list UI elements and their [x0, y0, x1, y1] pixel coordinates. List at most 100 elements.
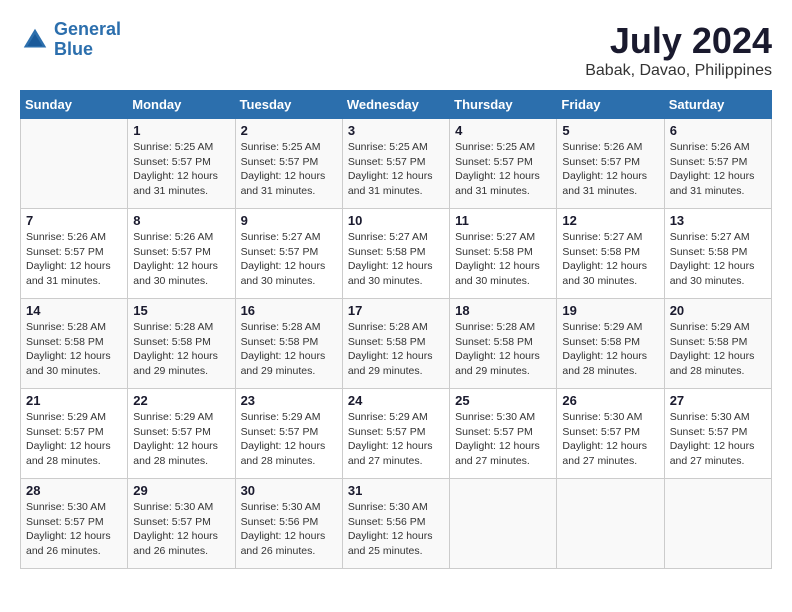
calendar-cell: 9 Sunrise: 5:27 AMSunset: 5:57 PMDaylight…: [235, 209, 342, 299]
calendar-header-row: Sunday Monday Tuesday Wednesday Thursday…: [21, 91, 772, 119]
calendar-week-4: 21 Sunrise: 5:29 AMSunset: 5:57 PMDayligh…: [21, 389, 772, 479]
title-block: July 2024 Babak, Davao, Philippines: [585, 20, 772, 80]
calendar-cell: 15Sunrise: 5:28 AMSunset: 5:58 PMDayligh…: [128, 299, 235, 389]
day-info: Sunrise: 5:30 AMSunset: 5:56 PMDaylight:…: [348, 500, 444, 559]
calendar-cell: 13Sunrise: 5:27 AMSunset: 5:58 PMDayligh…: [664, 209, 771, 299]
month-title: July 2024: [585, 20, 772, 62]
calendar-cell: 2 Sunrise: 5:25 AMSunset: 5:57 PMDaylight…: [235, 119, 342, 209]
logo-icon: [20, 25, 50, 55]
header-saturday: Saturday: [664, 91, 771, 119]
day-info: Sunrise: 5:29 AMSunset: 5:57 PMDaylight:…: [26, 410, 122, 469]
header-tuesday: Tuesday: [235, 91, 342, 119]
calendar-cell: [557, 479, 664, 569]
day-number: 1: [133, 123, 229, 138]
day-number: 20: [670, 303, 766, 318]
calendar-cell: 3 Sunrise: 5:25 AMSunset: 5:57 PMDaylight…: [342, 119, 449, 209]
calendar-cell: 5 Sunrise: 5:26 AMSunset: 5:57 PMDaylight…: [557, 119, 664, 209]
logo-text: General Blue: [54, 20, 121, 60]
day-number: 8: [133, 213, 229, 228]
day-info: Sunrise: 5:29 AMSunset: 5:58 PMDaylight:…: [670, 320, 766, 379]
day-number: 25: [455, 393, 551, 408]
logo: General Blue: [20, 20, 121, 60]
calendar-cell: [21, 119, 128, 209]
calendar-cell: 30 Sunrise: 5:30 AMSunset: 5:56 PMDayligh…: [235, 479, 342, 569]
day-info: Sunrise: 5:25 AMSunset: 5:57 PMDaylight:…: [348, 140, 444, 199]
location-title: Babak, Davao, Philippines: [585, 62, 772, 80]
calendar-cell: 8 Sunrise: 5:26 AMSunset: 5:57 PMDaylight…: [128, 209, 235, 299]
calendar-cell: 11Sunrise: 5:27 AMSunset: 5:58 PMDayligh…: [450, 209, 557, 299]
calendar-cell: 7 Sunrise: 5:26 AMSunset: 5:57 PMDaylight…: [21, 209, 128, 299]
calendar-cell: [664, 479, 771, 569]
day-info: Sunrise: 5:25 AMSunset: 5:57 PMDaylight:…: [133, 140, 229, 199]
calendar-cell: 28 Sunrise: 5:30 AMSunset: 5:57 PMDayligh…: [21, 479, 128, 569]
day-number: 22: [133, 393, 229, 408]
day-number: 28: [26, 483, 122, 498]
calendar-week-5: 28 Sunrise: 5:30 AMSunset: 5:57 PMDayligh…: [21, 479, 772, 569]
day-number: 5: [562, 123, 658, 138]
calendar-cell: 19 Sunrise: 5:29 AMSunset: 5:58 PMDayligh…: [557, 299, 664, 389]
day-number: 26: [562, 393, 658, 408]
calendar-week-1: 1 Sunrise: 5:25 AMSunset: 5:57 PMDaylight…: [21, 119, 772, 209]
day-number: 24: [348, 393, 444, 408]
calendar-week-3: 14 Sunrise: 5:28 AMSunset: 5:58 PMDayligh…: [21, 299, 772, 389]
day-number: 15: [133, 303, 229, 318]
calendar-cell: 31Sunrise: 5:30 AMSunset: 5:56 PMDayligh…: [342, 479, 449, 569]
calendar-cell: 4 Sunrise: 5:25 AMSunset: 5:57 PMDaylight…: [450, 119, 557, 209]
calendar-cell: 21 Sunrise: 5:29 AMSunset: 5:57 PMDayligh…: [21, 389, 128, 479]
header-wednesday: Wednesday: [342, 91, 449, 119]
day-number: 9: [241, 213, 337, 228]
day-number: 3: [348, 123, 444, 138]
day-info: Sunrise: 5:29 AMSunset: 5:57 PMDaylight:…: [133, 410, 229, 469]
day-number: 14: [26, 303, 122, 318]
calendar-cell: 29Sunrise: 5:30 AMSunset: 5:57 PMDayligh…: [128, 479, 235, 569]
calendar-cell: 16 Sunrise: 5:28 AMSunset: 5:58 PMDayligh…: [235, 299, 342, 389]
day-number: 7: [26, 213, 122, 228]
day-info: Sunrise: 5:29 AMSunset: 5:58 PMDaylight:…: [562, 320, 658, 379]
header-sunday: Sunday: [21, 91, 128, 119]
day-number: 12: [562, 213, 658, 228]
calendar-cell: 20 Sunrise: 5:29 AMSunset: 5:58 PMDayligh…: [664, 299, 771, 389]
calendar-week-2: 7 Sunrise: 5:26 AMSunset: 5:57 PMDaylight…: [21, 209, 772, 299]
day-info: Sunrise: 5:27 AMSunset: 5:58 PMDaylight:…: [348, 230, 444, 289]
day-number: 11: [455, 213, 551, 228]
day-info: Sunrise: 5:28 AMSunset: 5:58 PMDaylight:…: [455, 320, 551, 379]
day-info: Sunrise: 5:30 AMSunset: 5:57 PMDaylight:…: [26, 500, 122, 559]
day-number: 30: [241, 483, 337, 498]
day-number: 2: [241, 123, 337, 138]
day-number: 16: [241, 303, 337, 318]
day-info: Sunrise: 5:30 AMSunset: 5:57 PMDaylight:…: [133, 500, 229, 559]
day-info: Sunrise: 5:29 AMSunset: 5:57 PMDaylight:…: [348, 410, 444, 469]
calendar-cell: 12 Sunrise: 5:27 AMSunset: 5:58 PMDayligh…: [557, 209, 664, 299]
day-info: Sunrise: 5:26 AMSunset: 5:57 PMDaylight:…: [26, 230, 122, 289]
day-info: Sunrise: 5:30 AMSunset: 5:56 PMDaylight:…: [241, 500, 337, 559]
day-info: Sunrise: 5:26 AMSunset: 5:57 PMDaylight:…: [562, 140, 658, 199]
calendar-cell: 14 Sunrise: 5:28 AMSunset: 5:58 PMDayligh…: [21, 299, 128, 389]
calendar-cell: 26Sunrise: 5:30 AMSunset: 5:57 PMDayligh…: [557, 389, 664, 479]
day-number: 10: [348, 213, 444, 228]
calendar-cell: 22 Sunrise: 5:29 AMSunset: 5:57 PMDayligh…: [128, 389, 235, 479]
day-info: Sunrise: 5:27 AMSunset: 5:58 PMDaylight:…: [670, 230, 766, 289]
calendar-cell: 1 Sunrise: 5:25 AMSunset: 5:57 PMDaylight…: [128, 119, 235, 209]
calendar-cell: 25Sunrise: 5:30 AMSunset: 5:57 PMDayligh…: [450, 389, 557, 479]
day-number: 21: [26, 393, 122, 408]
calendar-cell: 23Sunrise: 5:29 AMSunset: 5:57 PMDayligh…: [235, 389, 342, 479]
day-info: Sunrise: 5:27 AMSunset: 5:57 PMDaylight:…: [241, 230, 337, 289]
day-info: Sunrise: 5:26 AMSunset: 5:57 PMDaylight:…: [133, 230, 229, 289]
header-friday: Friday: [557, 91, 664, 119]
day-info: Sunrise: 5:28 AMSunset: 5:58 PMDaylight:…: [26, 320, 122, 379]
day-number: 19: [562, 303, 658, 318]
calendar-cell: 17Sunrise: 5:28 AMSunset: 5:58 PMDayligh…: [342, 299, 449, 389]
day-info: Sunrise: 5:27 AMSunset: 5:58 PMDaylight:…: [562, 230, 658, 289]
day-info: Sunrise: 5:30 AMSunset: 5:57 PMDaylight:…: [670, 410, 766, 469]
day-info: Sunrise: 5:25 AMSunset: 5:57 PMDaylight:…: [241, 140, 337, 199]
day-number: 4: [455, 123, 551, 138]
calendar-cell: 27Sunrise: 5:30 AMSunset: 5:57 PMDayligh…: [664, 389, 771, 479]
calendar-cell: 18Sunrise: 5:28 AMSunset: 5:58 PMDayligh…: [450, 299, 557, 389]
day-number: 23: [241, 393, 337, 408]
day-info: Sunrise: 5:28 AMSunset: 5:58 PMDaylight:…: [241, 320, 337, 379]
calendar-cell: 6Sunrise: 5:26 AMSunset: 5:57 PMDaylight…: [664, 119, 771, 209]
header-thursday: Thursday: [450, 91, 557, 119]
day-info: Sunrise: 5:25 AMSunset: 5:57 PMDaylight:…: [455, 140, 551, 199]
calendar-cell: 24 Sunrise: 5:29 AMSunset: 5:57 PMDayligh…: [342, 389, 449, 479]
day-info: Sunrise: 5:26 AMSunset: 5:57 PMDaylight:…: [670, 140, 766, 199]
